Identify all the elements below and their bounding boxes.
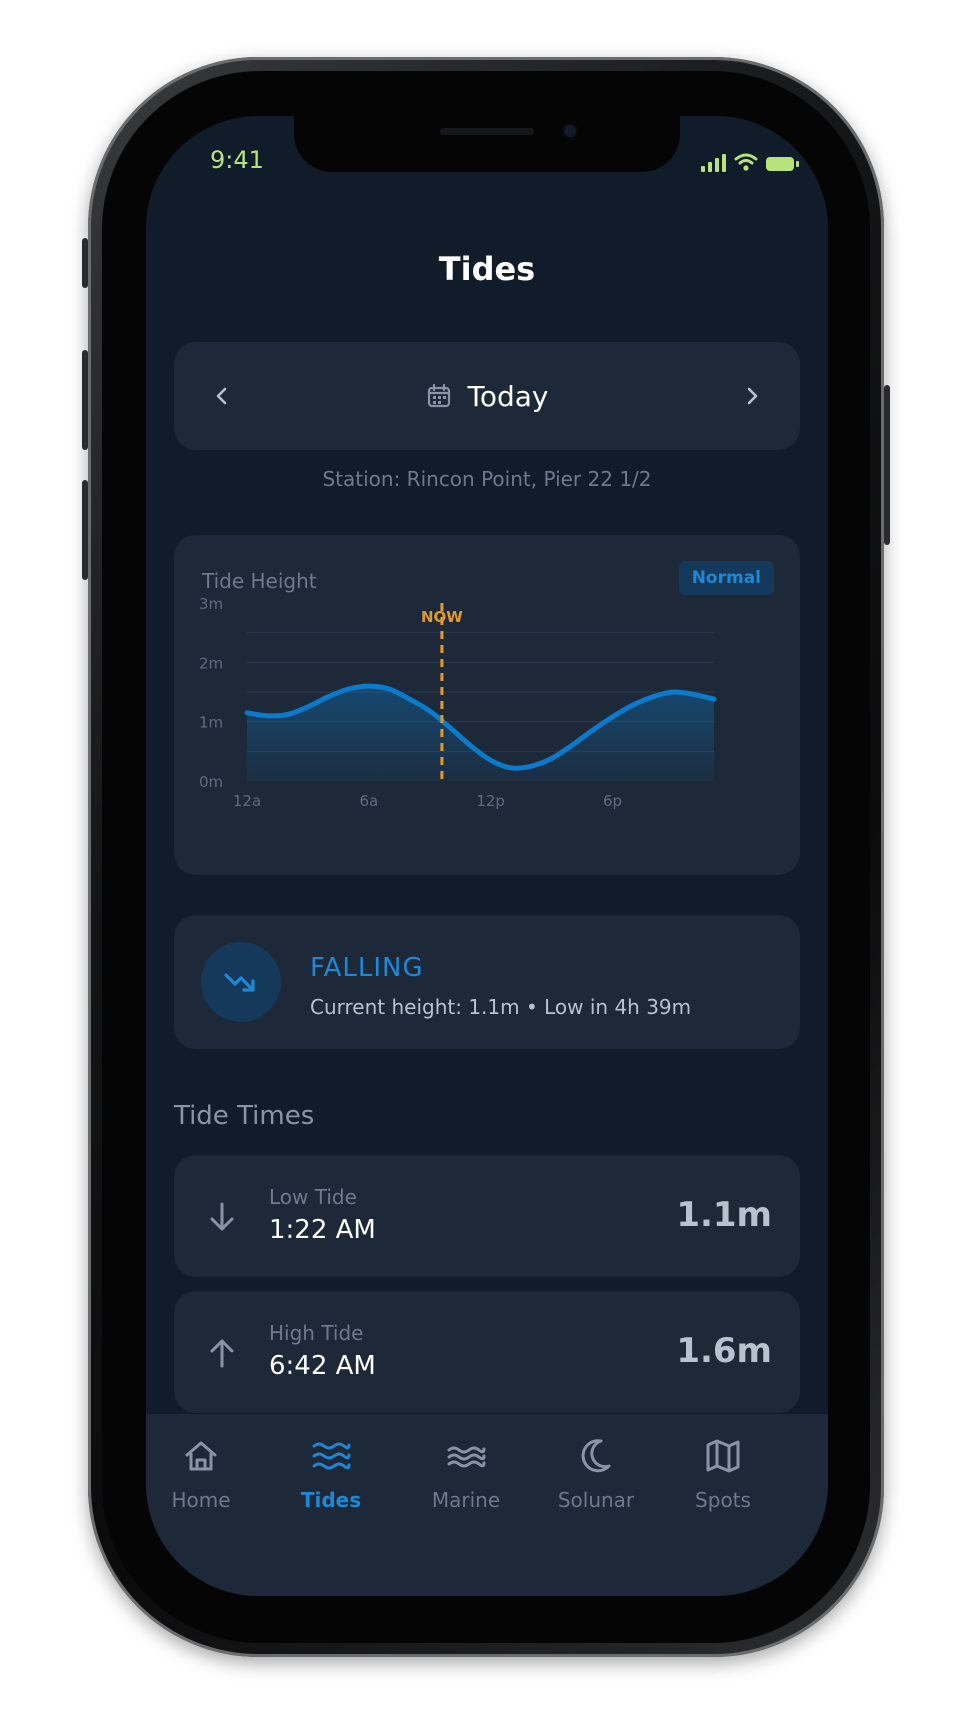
- wifi-icon: [734, 153, 758, 171]
- signal-icon: [701, 154, 726, 172]
- tide-height: 1.6m: [676, 1331, 772, 1371]
- station-name: Station: Rincon Point, Pier 22 1/2: [322, 467, 652, 491]
- tab-label: Tides: [300, 1488, 362, 1512]
- tab-home[interactable]: Home: [146, 1436, 266, 1512]
- tab-marine[interactable]: Marine: [401, 1436, 531, 1512]
- side-button-volume-up: [82, 350, 88, 450]
- battery-icon: [766, 157, 799, 171]
- bottom-tab-bar: Home Tides Marine Solunar Spots: [146, 1414, 828, 1596]
- tide-time: 6:42 AM: [269, 1351, 376, 1381]
- x-tick-label: 6a: [359, 792, 378, 810]
- now-label: NOW: [421, 608, 463, 626]
- next-day-button[interactable]: [732, 376, 772, 416]
- y-tick-label: 2m: [199, 654, 223, 672]
- marine-waves-icon: [447, 1446, 486, 1468]
- trend-detail: Current height: 1.1m • Low in 4h 39m: [310, 995, 692, 1019]
- side-button-volume-down: [82, 480, 88, 580]
- arrow-down-icon: [210, 1202, 234, 1231]
- app-screen: 9:41 Tides Today Station: Rincon Point, …: [146, 116, 828, 1596]
- map-icon: [706, 1439, 740, 1473]
- status-icons: [701, 150, 799, 172]
- tide-chart: 0m 1m 2m 3m 12a 6a 12p 6p NOW: [199, 595, 717, 810]
- trending-down-icon: [201, 942, 281, 1022]
- tide-type: High Tide: [269, 1321, 364, 1345]
- tide-row-high[interactable]: High Tide 6:42 AM 1.6m: [174, 1291, 800, 1413]
- tab-label: Home: [171, 1488, 231, 1512]
- notch: [294, 116, 680, 172]
- tab-spots[interactable]: Spots: [658, 1436, 788, 1512]
- chevron-right-icon: [747, 387, 758, 405]
- home-icon: [185, 1441, 217, 1471]
- page-title: Tides: [438, 250, 536, 288]
- tab-label: Solunar: [557, 1488, 635, 1512]
- y-tick-label: 0m: [199, 773, 223, 791]
- x-tick-label: 6p: [603, 792, 622, 810]
- tide-trend-card: FALLING Current height: 1.1m • Low in 4h…: [174, 915, 800, 1049]
- tab-solunar[interactable]: Solunar: [531, 1436, 661, 1512]
- arrow-up-icon: [210, 1339, 234, 1368]
- x-tick-label: 12p: [476, 792, 505, 810]
- waves-icon: [312, 1442, 351, 1470]
- tab-label: Spots: [695, 1488, 751, 1512]
- tide-type: Low Tide: [269, 1185, 357, 1209]
- tide-row-low[interactable]: Low Tide 1:22 AM 1.1m: [174, 1155, 800, 1277]
- moon-icon: [581, 1439, 611, 1473]
- tide-chart-card: Tide Height Normal 0m 1m 2m 3m 12a 6a 12p 6p N…: [174, 535, 800, 875]
- date-picker[interactable]: Today: [174, 342, 800, 450]
- side-button-mute: [82, 238, 88, 288]
- trend-status: FALLING: [310, 953, 424, 983]
- tide-height: 1.1m: [676, 1195, 772, 1235]
- tide-times-title: Tide Times: [174, 1101, 315, 1131]
- date-navigator: Today: [174, 342, 800, 450]
- calendar-icon: [427, 383, 450, 408]
- tab-tides[interactable]: Tides: [266, 1436, 396, 1512]
- status-time: 9:41: [210, 146, 264, 174]
- side-button-power: [884, 385, 890, 545]
- y-tick-label: 3m: [199, 595, 223, 613]
- tab-label: Marine: [431, 1488, 501, 1512]
- date-label: Today: [467, 379, 549, 413]
- y-tick-label: 1m: [199, 714, 223, 732]
- x-tick-label: 12a: [233, 792, 261, 810]
- tide-time: 1:22 AM: [269, 1215, 376, 1245]
